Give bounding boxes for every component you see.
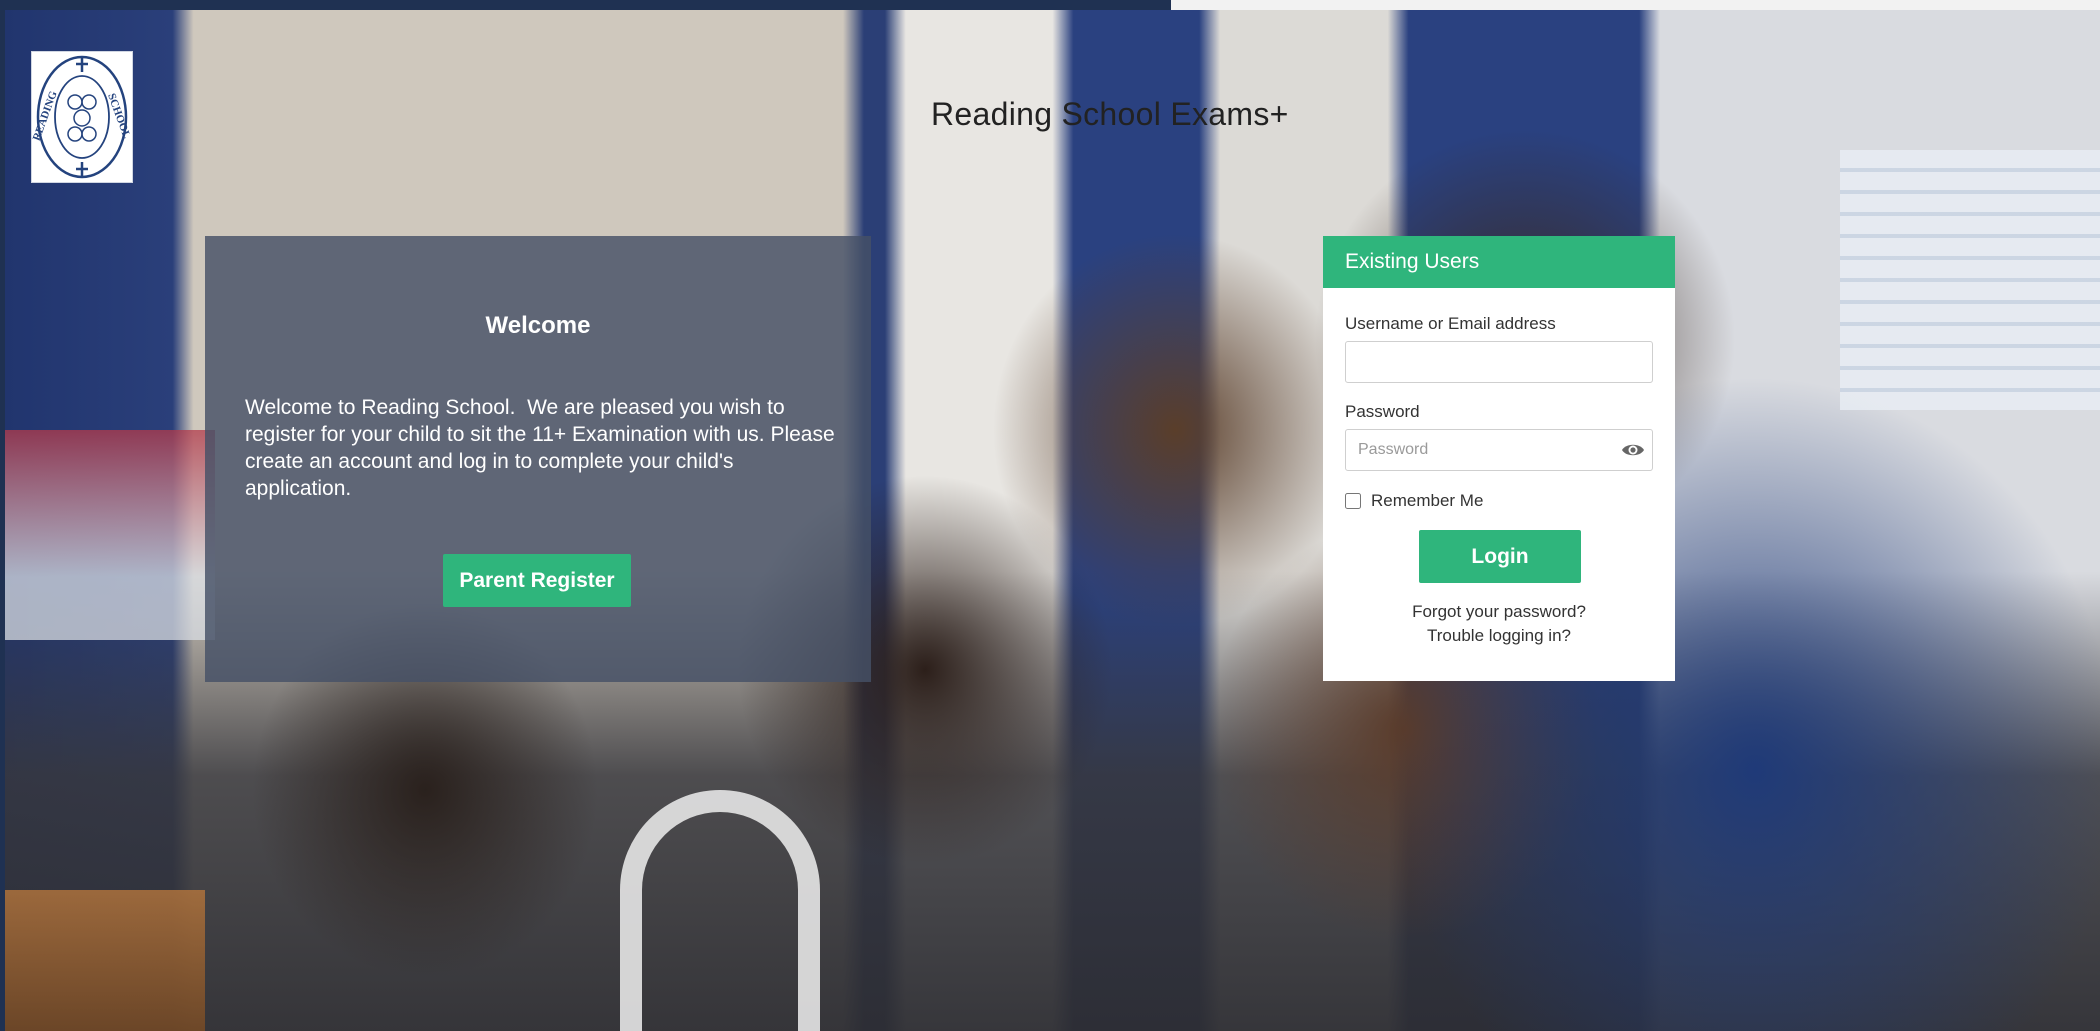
background-tap	[620, 790, 820, 1031]
password-label: Password	[1345, 402, 1420, 421]
username-input[interactable]	[1345, 341, 1653, 383]
remember-me-row: Remember Me	[1345, 490, 1483, 512]
background-posters	[1840, 150, 2100, 410]
eye-icon[interactable]	[1621, 439, 1645, 461]
reading-school-crest-icon: READING SCHOOL	[32, 55, 132, 179]
trouble-logging-in-link[interactable]: Trouble logging in?	[1323, 626, 1675, 646]
forgot-password-link[interactable]: Forgot your password?	[1323, 602, 1675, 622]
welcome-title: Welcome	[485, 312, 591, 339]
school-logo[interactable]: READING SCHOOL	[31, 51, 133, 183]
login-page: READING SCHOOL Reading School Exams+ Wel…	[0, 0, 2100, 1031]
background-noticeboard	[5, 430, 215, 640]
top-frame-strip-light	[1171, 0, 2100, 10]
welcome-message: Welcome to Reading School. We are please…	[245, 396, 841, 500]
remember-me-label[interactable]: Remember Me	[1371, 491, 1483, 511]
top-frame-strip	[0, 0, 1171, 10]
welcome-panel: Welcome Welcome to Reading School. We ar…	[205, 236, 871, 682]
login-button[interactable]: Login	[1419, 530, 1581, 583]
site-title: Reading School Exams+	[931, 96, 1289, 132]
password-input[interactable]	[1345, 429, 1653, 471]
background-bench	[5, 890, 205, 1031]
username-label: Username or Email address	[1345, 314, 1556, 333]
remember-me-checkbox[interactable]	[1345, 493, 1361, 509]
login-panel-header: Existing Users	[1323, 236, 1675, 288]
login-panel: Existing Users Username or Email address…	[1323, 236, 1675, 681]
parent-register-button[interactable]: Parent Register	[443, 554, 631, 607]
